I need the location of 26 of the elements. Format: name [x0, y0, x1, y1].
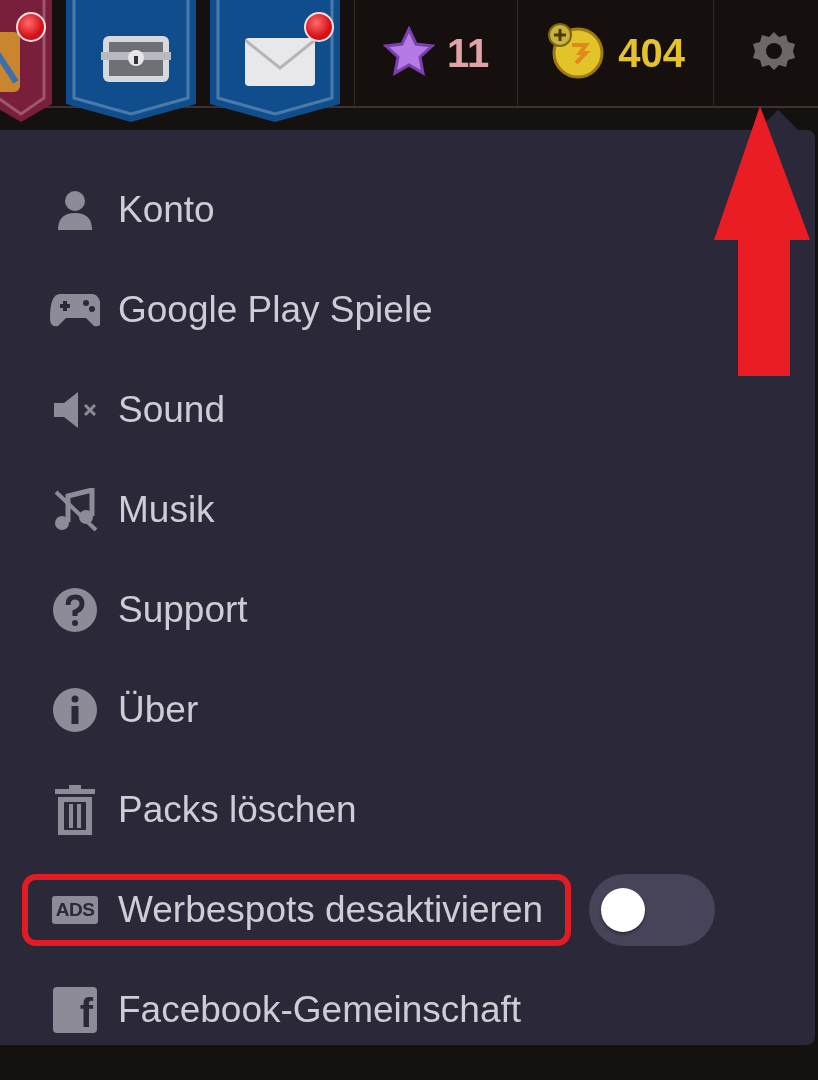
envelope-icon: [245, 38, 316, 86]
star-icon: [383, 26, 435, 76]
banner-tab[interactable]: [0, 0, 52, 122]
music-muted-icon: [52, 488, 98, 532]
gamepad-icon: [50, 292, 100, 328]
menu-item[interactable]: Google Play Spiele: [50, 274, 453, 346]
trash-icon: [55, 785, 95, 835]
chest-icon: [101, 36, 171, 82]
banner-tab[interactable]: [210, 0, 340, 122]
menu-item[interactable]: ADS Werbespots desaktivieren: [22, 874, 572, 946]
menu-item[interactable]: Musik: [50, 474, 235, 546]
menu-item[interactable]: Packs löschen: [50, 774, 377, 846]
speaker-muted-icon: [52, 390, 98, 430]
menu-item[interactable]: Sound: [50, 374, 245, 446]
menu-item[interactable]: Konto: [50, 174, 235, 246]
menu-item[interactable]: Über: [50, 674, 219, 746]
menu-item[interactable]: Support: [50, 574, 268, 646]
currency-amount: 11: [447, 30, 490, 76]
info-icon: [52, 687, 98, 733]
facebook-icon: f: [53, 987, 97, 1033]
question-icon: [52, 587, 98, 633]
banner-tab[interactable]: [66, 0, 196, 122]
ads-icon: ADS: [51, 896, 99, 924]
currency-amount: 404: [618, 30, 686, 76]
menu-item[interactable]: f Facebook-Gemeinschaft: [50, 974, 542, 1046]
person-icon: [58, 190, 92, 230]
